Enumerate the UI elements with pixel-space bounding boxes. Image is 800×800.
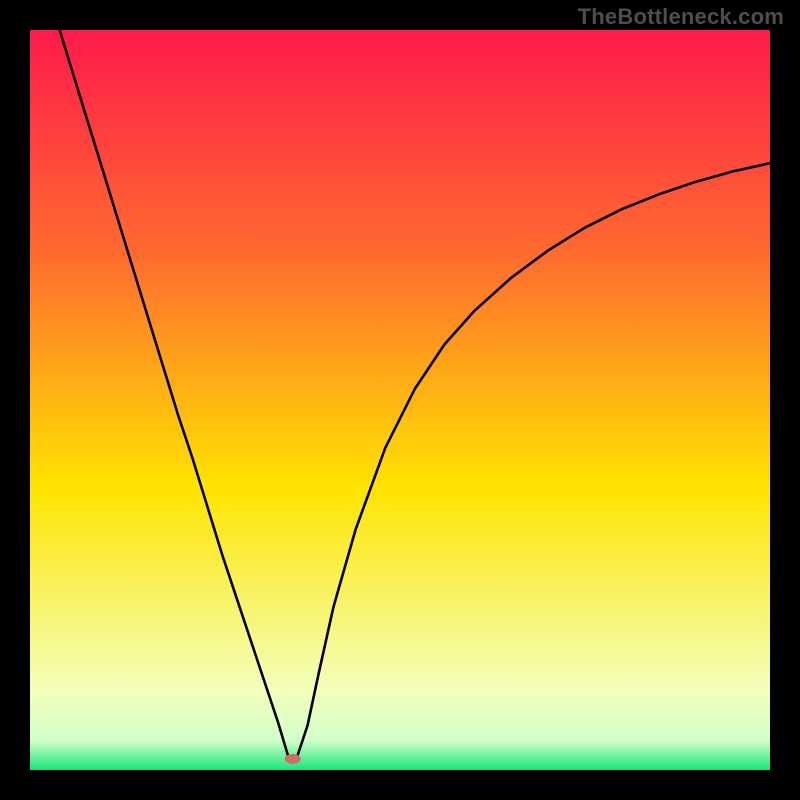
chart-svg [30,30,770,770]
chart-frame: TheBottleneck.com [0,0,800,800]
gradient-background [30,30,770,770]
plot-area [30,30,770,770]
watermark-text: TheBottleneck.com [578,4,784,30]
minimum-marker [285,754,301,764]
